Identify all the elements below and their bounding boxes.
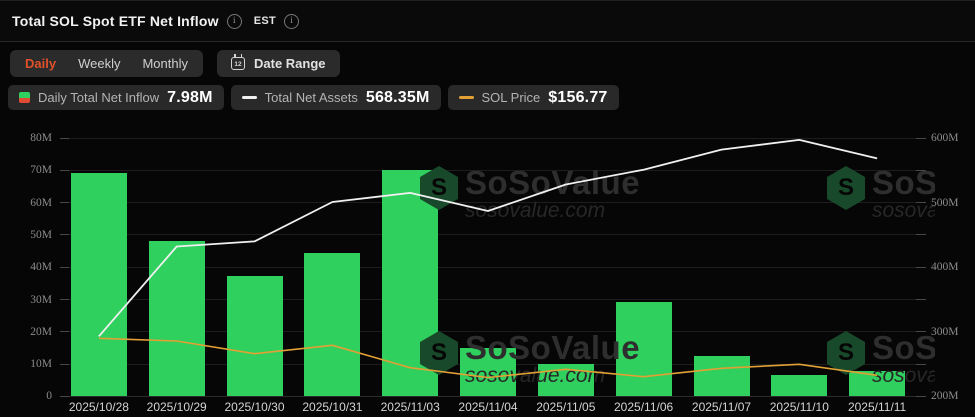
y-axis-label-left: 30M	[0, 293, 52, 307]
right-axis-tick	[916, 234, 926, 235]
left-axis-tick	[60, 138, 69, 139]
y-axis-label-left: 20M	[0, 325, 52, 339]
net-inflow-bar[interactable]	[849, 371, 905, 397]
etf-chart-card: Total SOL Spot ETF Net Inflow i EST i Da…	[0, 0, 975, 416]
right-axis-tick	[916, 396, 926, 397]
net-inflow-bar[interactable]	[616, 302, 672, 396]
sosovalue-watermark: S SoSoValuesosovalue.com	[420, 331, 640, 387]
sosovalue-logo-icon: S	[827, 331, 865, 375]
right-axis-tick	[916, 299, 926, 300]
watermark-domain: sosovalue.com	[872, 200, 935, 222]
y-axis-label-left: 80M	[0, 131, 52, 145]
left-axis-tick	[60, 331, 69, 332]
net-inflow-bar[interactable]	[694, 356, 750, 397]
left-axis-tick	[60, 170, 69, 171]
gridline	[60, 202, 916, 203]
watermark-brand: SoSoValue	[872, 331, 935, 364]
gridline	[60, 138, 916, 139]
gridline	[60, 234, 916, 235]
left-axis-tick	[60, 202, 69, 203]
y-axis-label-right: 600M	[931, 131, 975, 145]
sosovalue-watermark: S SoSoValuesosovalue.com	[827, 166, 935, 222]
right-axis-tick	[916, 364, 926, 365]
net-inflow-bar[interactable]	[771, 375, 827, 396]
net-inflow-bar[interactable]	[382, 170, 438, 396]
right-axis-tick	[916, 170, 926, 171]
watermark-brand: SoSoValue	[872, 166, 935, 199]
sosovalue-logo-icon: S	[827, 166, 865, 210]
chart-plot-area: S SoSoValuesosovalue.com S SoSoValuesoso…	[0, 1, 975, 416]
net-inflow-bar[interactable]	[71, 173, 127, 397]
sosovalue-watermark: S SoSoValuesosovalue.com	[420, 166, 640, 222]
net-inflow-bar[interactable]	[538, 364, 594, 396]
gridline	[60, 170, 916, 171]
y-axis-label-left: 60M	[0, 196, 52, 210]
watermark-domain: sosovalue.com	[465, 200, 640, 222]
left-axis-tick	[60, 234, 69, 235]
y-axis-label-right: 400M	[931, 260, 975, 274]
left-axis-tick	[60, 267, 69, 268]
y-axis-label-right: 500M	[931, 196, 975, 210]
y-axis-label-left: 50M	[0, 228, 52, 242]
y-axis-label-left: 0	[0, 389, 52, 403]
y-axis-label-left: 40M	[0, 260, 52, 274]
y-axis-label-right: 200M	[931, 389, 975, 403]
x-axis-label: 2025/11/11	[831, 400, 923, 414]
left-axis-tick	[60, 396, 69, 397]
right-axis-tick	[916, 267, 926, 268]
left-axis-tick	[60, 299, 69, 300]
y-axis-label-left: 70M	[0, 163, 52, 177]
net-inflow-bar[interactable]	[227, 276, 283, 397]
net-inflow-bar[interactable]	[149, 241, 205, 396]
net-inflow-bar[interactable]	[304, 253, 360, 397]
y-axis-label-right: 300M	[931, 325, 975, 339]
y-axis-label-left: 10M	[0, 357, 52, 371]
right-axis-tick	[916, 331, 926, 332]
right-axis-tick	[916, 202, 926, 203]
left-axis-tick	[60, 364, 69, 365]
right-axis-tick	[916, 138, 926, 139]
watermark-brand: SoSoValue	[465, 166, 640, 199]
net-inflow-bar[interactable]	[460, 348, 516, 396]
